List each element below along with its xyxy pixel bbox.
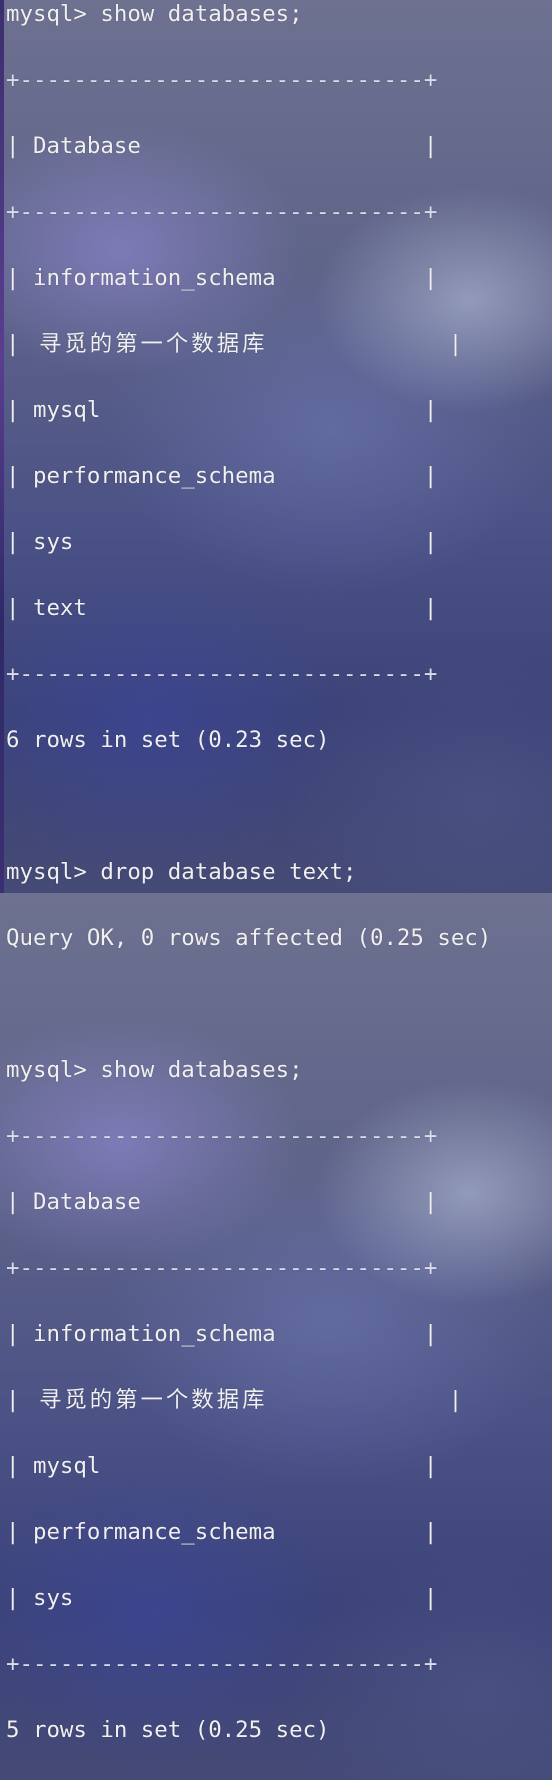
table-row: | information_schema |: [6, 265, 438, 291]
table-border: +------------------------------+: [6, 1255, 438, 1281]
table-row: | 寻觅的第一个数据库 |: [6, 331, 466, 357]
table-border: +------------------------------+: [6, 661, 438, 687]
table-border: +------------------------------+: [6, 199, 438, 225]
table-border: +------------------------------+: [6, 1651, 438, 1677]
table-row: | information_schema |: [6, 1321, 438, 1347]
result-summary: Query OK, 0 rows affected (0.25 sec): [6, 925, 492, 951]
table-row: | sys |: [6, 1585, 438, 1611]
window-edge: [0, 0, 4, 893]
command-line: mysql> show databases;: [6, 1, 303, 27]
table-row: | performance_schema |: [6, 463, 438, 489]
table-header: | Database |: [6, 133, 438, 159]
result-summary: 6 rows in set (0.23 sec): [6, 727, 330, 753]
command-line: mysql> drop database text;: [6, 859, 357, 885]
table-row: | 寻觅的第一个数据库 |: [6, 1387, 466, 1413]
table-row: | mysql |: [6, 1453, 438, 1479]
result-summary: 5 rows in set (0.25 sec): [6, 1717, 330, 1743]
terminal-window: { "terminal": { "lines": [ {"text": "mys…: [0, 0, 552, 1743]
table-header: | Database |: [6, 1189, 438, 1215]
terminal-output[interactable]: mysql> show databases; +----------------…: [6, 0, 491, 1780]
table-border: +------------------------------+: [6, 67, 438, 93]
command-line: mysql> show databases;: [6, 1057, 303, 1083]
table-row: | mysql |: [6, 397, 438, 423]
table-border: +------------------------------+: [6, 1123, 438, 1149]
table-row: | text |: [6, 595, 438, 621]
table-row: | sys |: [6, 529, 438, 555]
table-row: | performance_schema |: [6, 1519, 438, 1545]
